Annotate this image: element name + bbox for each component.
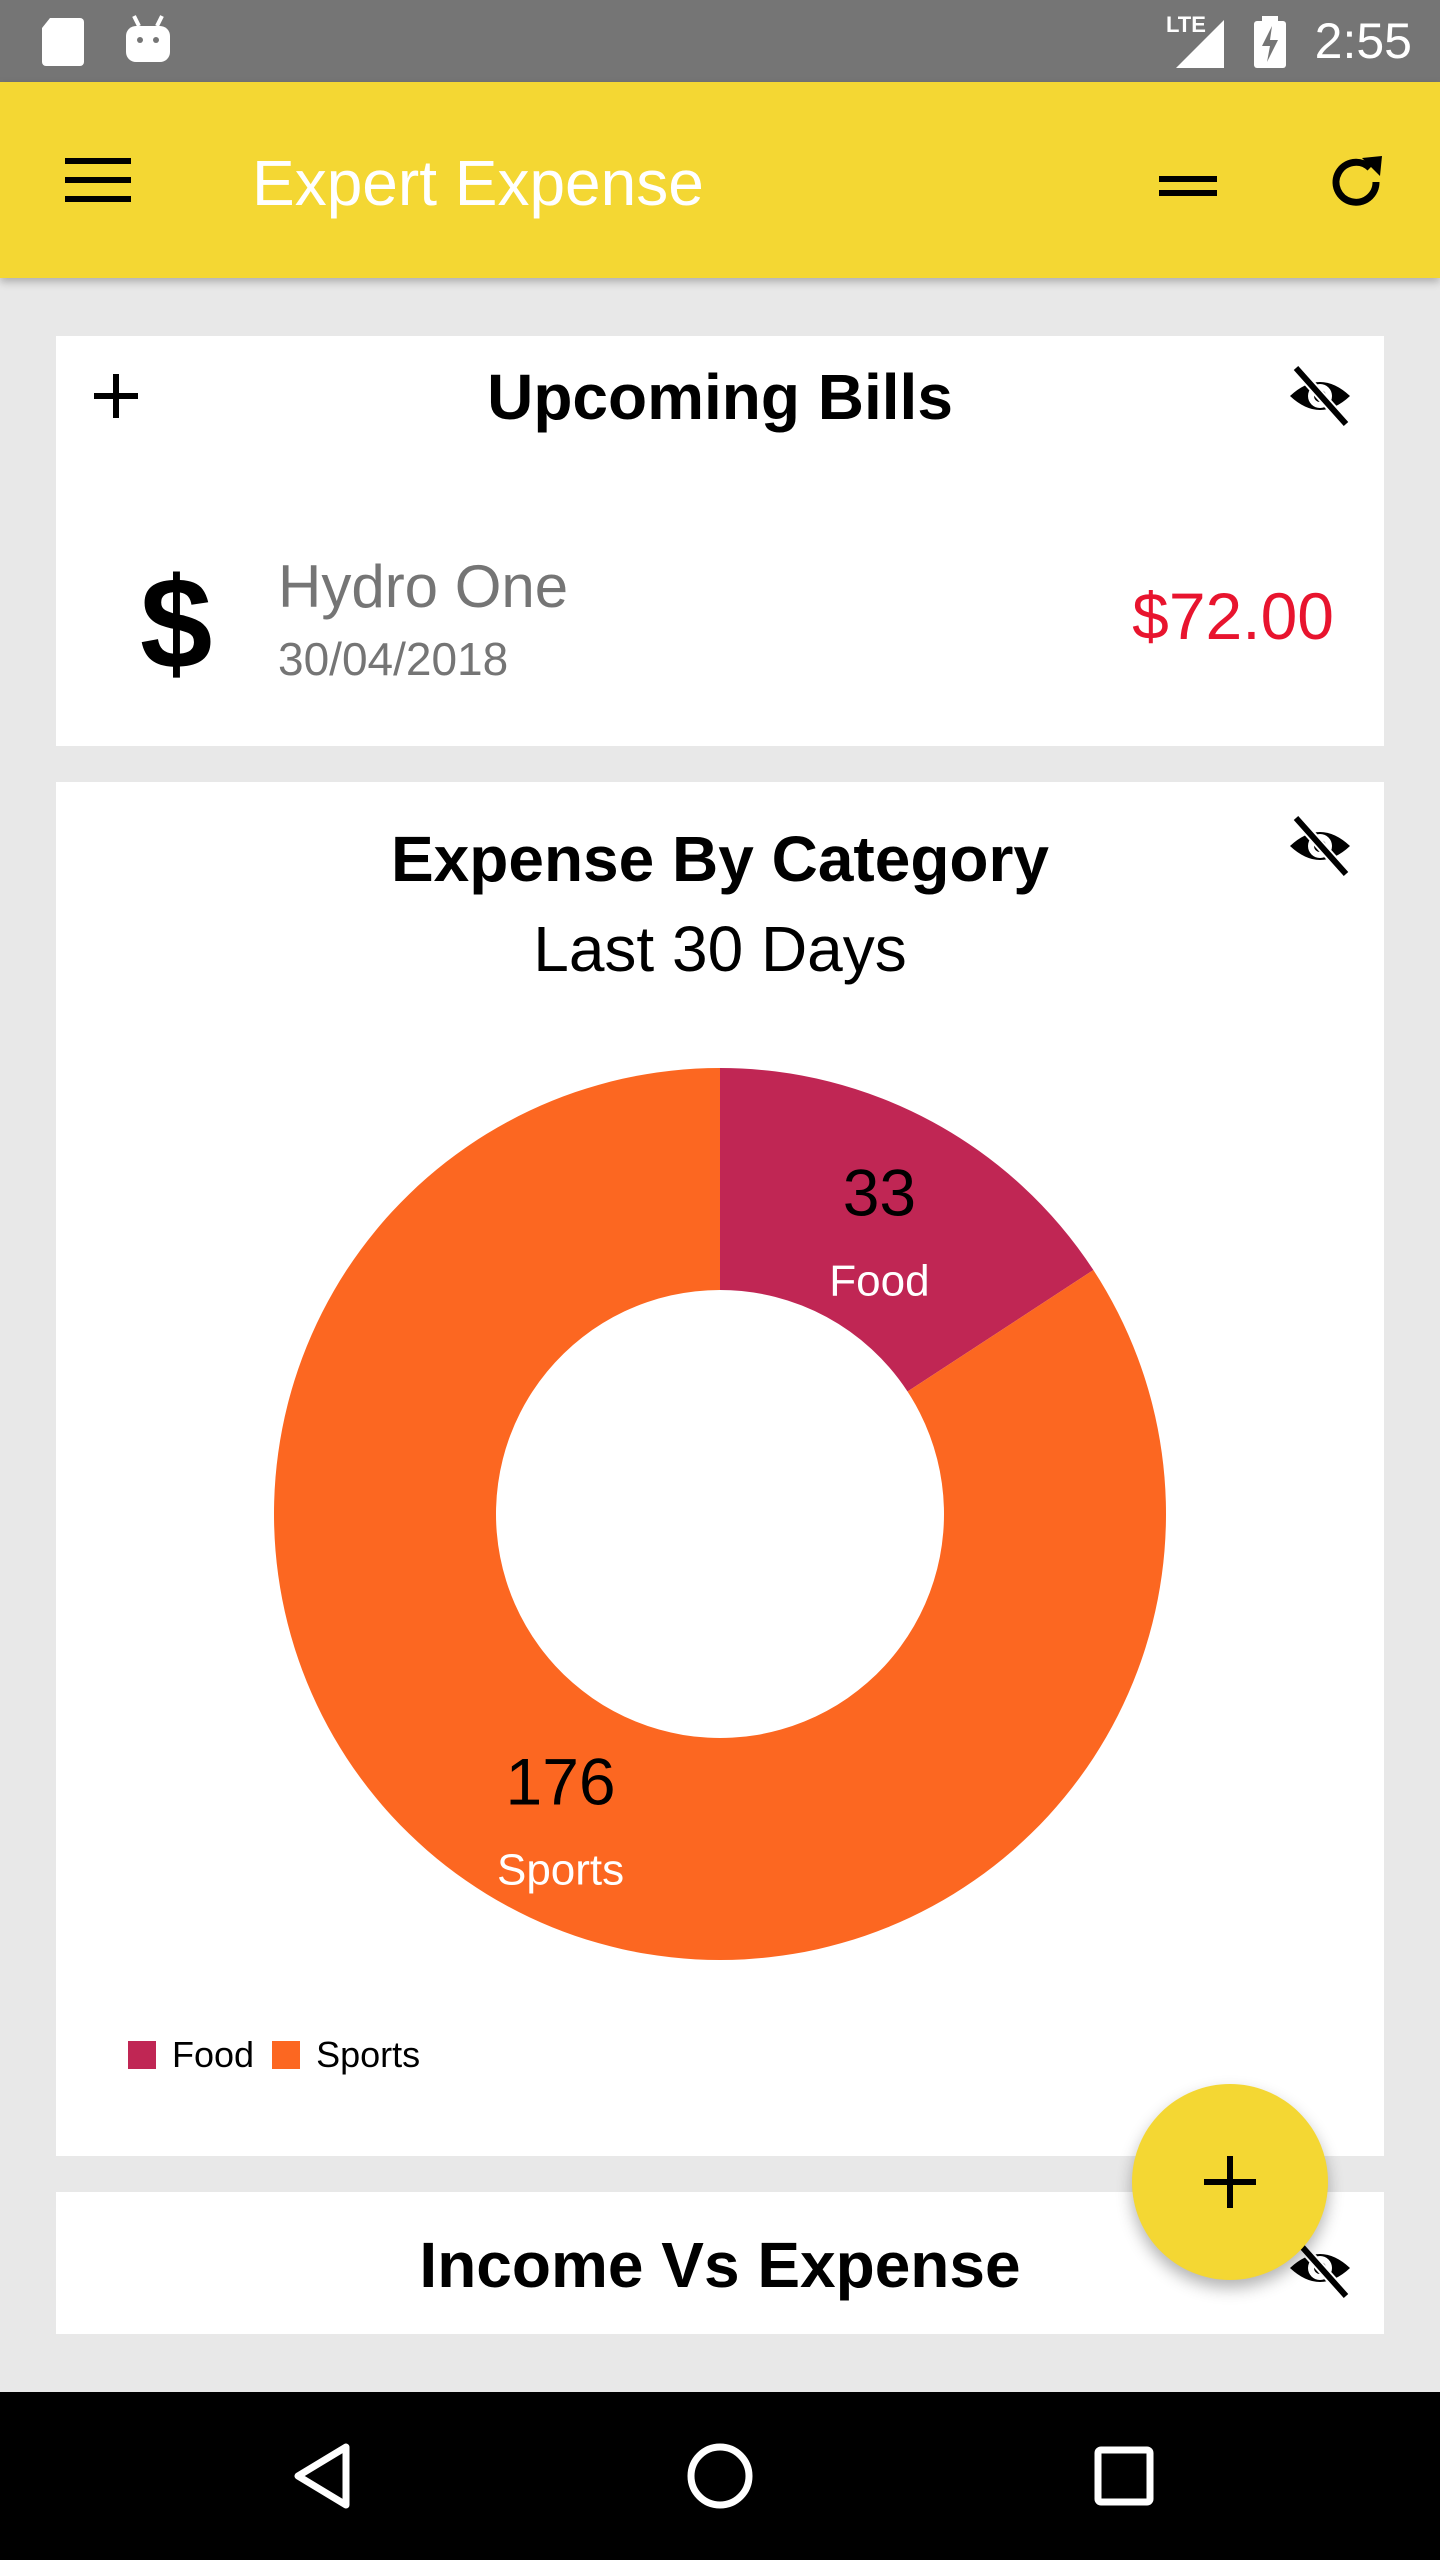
hide-upcoming-bills-button[interactable]: [1286, 362, 1354, 430]
upcoming-bills-card: Upcoming Bills $ Hydro One 30/04/2018 $7…: [56, 336, 1384, 746]
upcoming-bills-title: Upcoming Bills: [487, 361, 953, 433]
back-button[interactable]: [272, 2426, 372, 2526]
menu-button[interactable]: [56, 138, 140, 222]
bill-dollar-icon: $: [140, 550, 213, 696]
legend-label-food: Food: [172, 2034, 255, 2075]
legend-swatch-food: [128, 2041, 156, 2069]
app-bar: Expert Expense: [0, 82, 1440, 278]
legend-label-sports: Sports: [316, 2034, 421, 2075]
refresh-button[interactable]: [1314, 140, 1398, 224]
reorder-button[interactable]: [1146, 144, 1230, 228]
recents-square-icon: [1094, 2446, 1154, 2506]
signal-icon: [1176, 20, 1224, 68]
legend-item-sports: Sports: [272, 2034, 420, 2076]
recents-button[interactable]: [1074, 2426, 1174, 2526]
refresh-icon: [1332, 156, 1382, 206]
visibility-off-icon: [1290, 364, 1350, 428]
bill-name: Hydro One: [278, 553, 569, 620]
slice-value-label-food: 33: [843, 1155, 916, 1229]
expense-donut-chart[interactable]: 33 Food 176 Sports: [56, 782, 1384, 2022]
slice-category-label-food: Food: [829, 1256, 929, 1305]
battery-charging-icon: [1254, 16, 1286, 68]
slice-value-label-sports: 176: [505, 1745, 615, 1819]
sd-card-icon: [42, 18, 84, 66]
status-bar: LTE 2:55: [0, 0, 1440, 82]
android-icon: [126, 15, 170, 62]
legend-swatch-sports: [272, 2041, 301, 2069]
slice-category-label-sports: Sports: [497, 1846, 624, 1895]
legend-item-food: Food: [128, 2034, 254, 2076]
expense-by-category-card: Expense By Category Last 30 Days 33 Food 1…: [56, 782, 1384, 2156]
home-circle-icon: [687, 2443, 753, 2509]
home-button[interactable]: [670, 2426, 770, 2526]
chart-legend: Food Sports: [128, 2034, 438, 2076]
system-nav-bar: [0, 2392, 1440, 2560]
back-triangle-icon: [294, 2443, 350, 2509]
hamburger-menu-icon: [65, 158, 131, 202]
plus-icon: [1204, 2156, 1256, 2208]
reorder-icon: [1159, 176, 1217, 196]
bill-date: 30/04/2018: [278, 633, 509, 685]
status-clock: 2:55: [1314, 13, 1412, 69]
bill-amount: $72.00: [1132, 579, 1334, 653]
add-expense-fab[interactable]: [1132, 2084, 1328, 2280]
app-title: Expert Expense: [252, 147, 704, 219]
